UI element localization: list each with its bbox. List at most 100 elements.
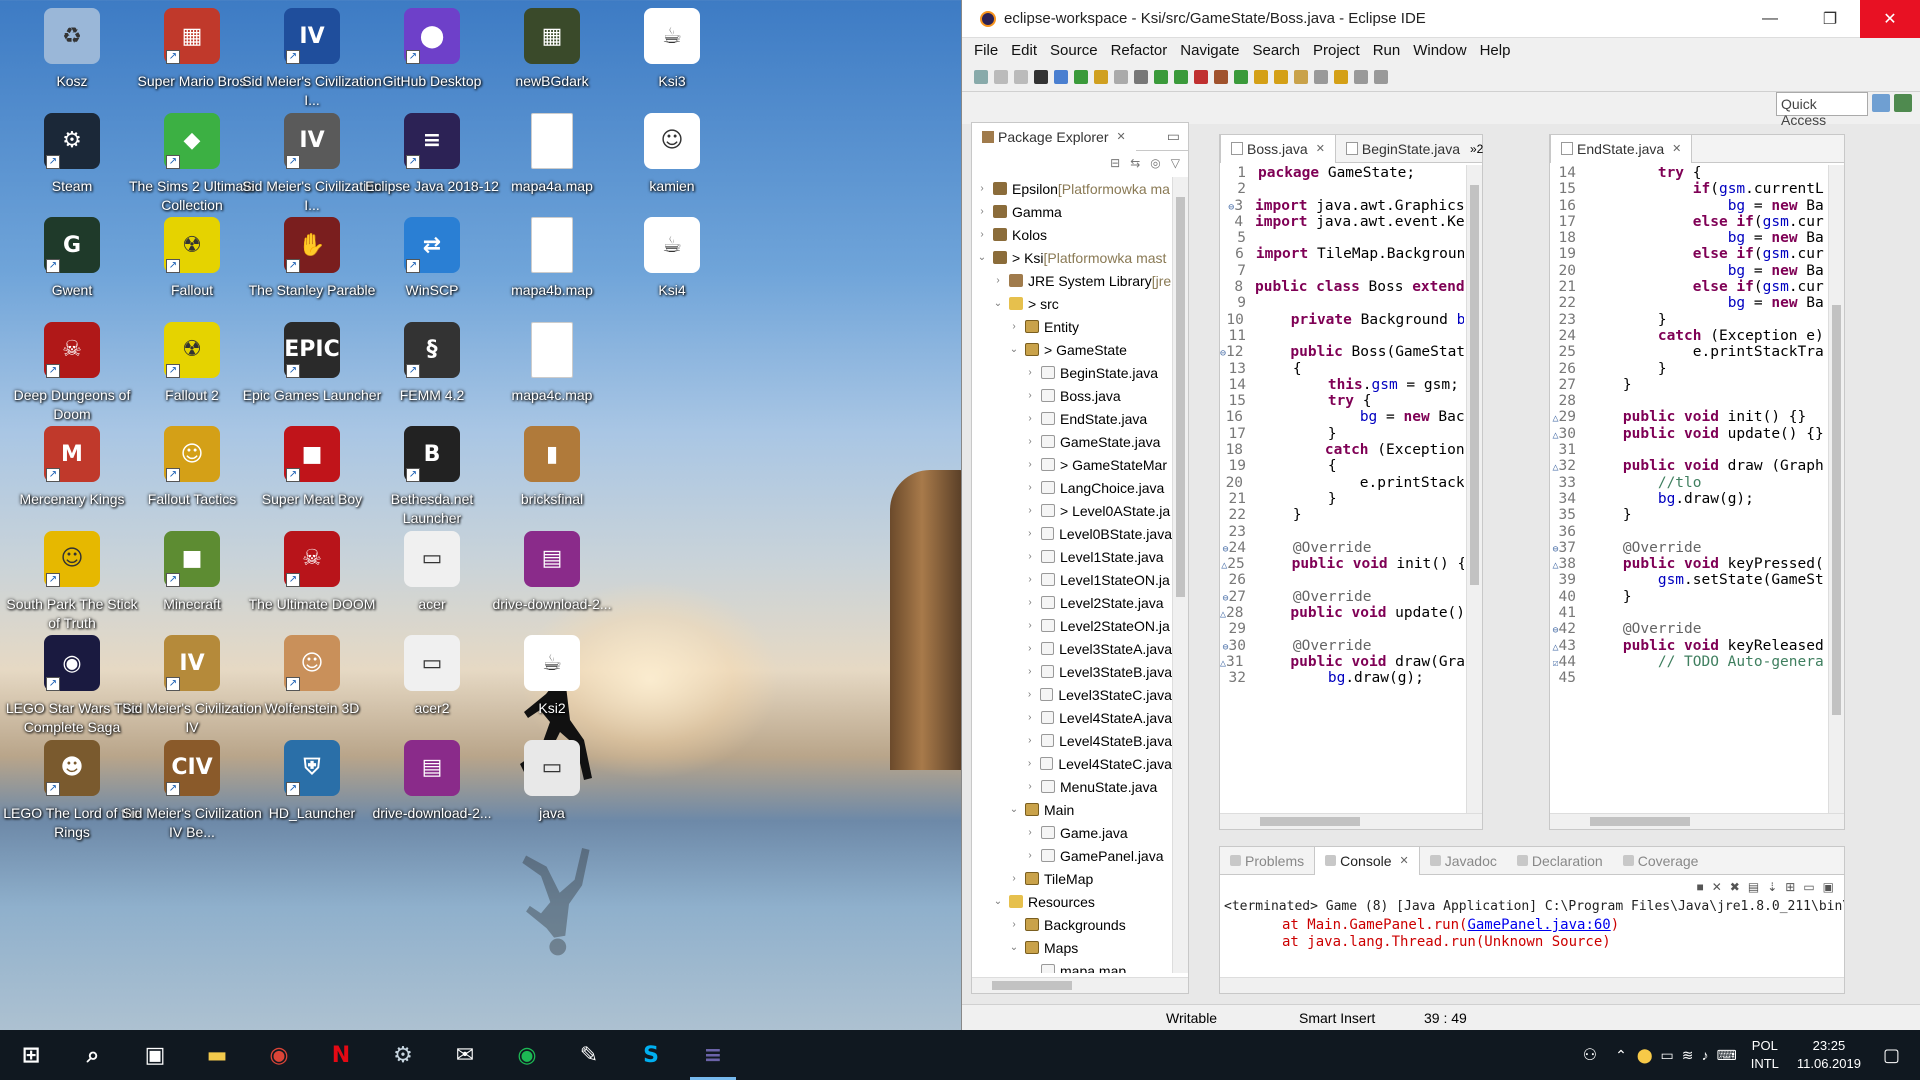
toolbar-button-icon[interactable] bbox=[1154, 69, 1168, 84]
open-perspective-icon[interactable] bbox=[1872, 94, 1890, 112]
explorer-vscroll[interactable] bbox=[1172, 177, 1188, 973]
desktop-icon[interactable]: CIV ↗ Sid Meier's Civilization IV Be... bbox=[122, 732, 262, 860]
collapsed-chevron-icon[interactable]: › bbox=[1024, 574, 1036, 585]
focus-icon[interactable]: ◎ bbox=[1150, 156, 1160, 170]
toolbar-button-icon[interactable] bbox=[1354, 69, 1368, 84]
tree-item[interactable]: › BeginState.java bbox=[972, 361, 1172, 384]
collapsed-chevron-icon[interactable]: › bbox=[1024, 551, 1036, 562]
taskbar-start-button[interactable]: ⊞ bbox=[0, 1030, 62, 1080]
tree-item[interactable]: › Level1State.java bbox=[972, 545, 1172, 568]
toolbar-button-icon[interactable] bbox=[1074, 69, 1088, 84]
stacktrace-link[interactable]: GamePanel.java:60 bbox=[1467, 917, 1610, 933]
collapsed-chevron-icon[interactable]: › bbox=[1024, 367, 1036, 378]
menu-search[interactable]: Search bbox=[1252, 42, 1300, 59]
tab-console[interactable]: Console ✕ bbox=[1314, 846, 1420, 875]
tree-item[interactable]: › Level3StateB.java bbox=[972, 660, 1172, 683]
toolbar-button-icon[interactable] bbox=[1314, 69, 1328, 84]
toolbar-button-icon[interactable] bbox=[1054, 69, 1068, 84]
remove-all-icon[interactable]: ✖ bbox=[1730, 880, 1740, 894]
taskbar-task-view-button[interactable]: ▣ bbox=[124, 1030, 186, 1080]
tree-item[interactable]: › Level2StateON.ja bbox=[972, 614, 1172, 637]
tree-item[interactable]: › Boss.java bbox=[972, 384, 1172, 407]
desktop-icon[interactable]: ⛨ ↗ HD_Launcher bbox=[242, 732, 382, 860]
tree-item[interactable]: › Backgrounds bbox=[972, 913, 1172, 936]
collapsed-chevron-icon[interactable]: › bbox=[1024, 413, 1036, 424]
taskbar-netflix-button[interactable]: N bbox=[310, 1030, 372, 1080]
taskbar-mail-button[interactable]: ✉ bbox=[434, 1030, 496, 1080]
collapsed-chevron-icon[interactable]: › bbox=[1024, 735, 1036, 746]
taskbar-chrome-button[interactable]: ◉ bbox=[248, 1030, 310, 1080]
menu-edit[interactable]: Edit bbox=[1011, 42, 1037, 59]
expanded-chevron-icon[interactable]: ⌄ bbox=[1008, 344, 1020, 355]
tree-item[interactable]: › MenuState.java bbox=[972, 775, 1172, 798]
tree-item[interactable]: › Epsilon [Platformowka ma bbox=[972, 177, 1172, 200]
tree-item[interactable]: › EndState.java bbox=[972, 407, 1172, 430]
tree-item[interactable]: › Level4StateC.java bbox=[972, 752, 1172, 775]
console-hscroll[interactable] bbox=[1220, 977, 1844, 993]
collapsed-chevron-icon[interactable]: › bbox=[1024, 597, 1036, 608]
collapsed-chevron-icon[interactable]: › bbox=[1024, 666, 1036, 677]
pin-console-icon[interactable]: ⊞ bbox=[1785, 880, 1795, 894]
tree-item[interactable]: › Kolos bbox=[972, 223, 1172, 246]
display-console-icon[interactable]: ▭ bbox=[1803, 880, 1814, 894]
menu-navigate[interactable]: Navigate bbox=[1180, 42, 1239, 59]
close-tab-icon[interactable]: ✕ bbox=[1672, 142, 1681, 155]
tree-item[interactable]: › GameState.java bbox=[972, 430, 1172, 453]
menu-file[interactable]: File bbox=[974, 42, 998, 59]
menu-window[interactable]: Window bbox=[1413, 42, 1466, 59]
tree-item[interactable]: › Level4StateB.java bbox=[972, 729, 1172, 752]
taskbar-eclipse-button[interactable]: ≡ bbox=[682, 1030, 744, 1080]
tab-declaration[interactable]: Declaration bbox=[1507, 847, 1613, 875]
scroll-lock-icon[interactable]: ⇣ bbox=[1767, 880, 1777, 894]
collapsed-chevron-icon[interactable]: › bbox=[1024, 781, 1036, 792]
menu-run[interactable]: Run bbox=[1373, 42, 1401, 59]
close-tab-icon[interactable]: ✕ bbox=[1316, 142, 1325, 155]
editor1-hscroll[interactable] bbox=[1220, 813, 1482, 829]
tab-problems[interactable]: Problems bbox=[1220, 847, 1314, 875]
editor2-vscroll[interactable] bbox=[1828, 165, 1844, 815]
tree-item[interactable]: › LangChoice.java bbox=[972, 476, 1172, 499]
battery-icon[interactable]: ▭ bbox=[1661, 1047, 1674, 1064]
taskbar-skype-button[interactable]: S bbox=[620, 1030, 682, 1080]
remove-launch-icon[interactable]: ✕ bbox=[1712, 880, 1722, 894]
collapsed-chevron-icon[interactable]: › bbox=[1024, 620, 1036, 631]
tab-package-explorer[interactable]: Package Explorer ✕ bbox=[972, 122, 1136, 151]
toolbar-button-icon[interactable] bbox=[1214, 69, 1228, 84]
collapsed-chevron-icon[interactable]: › bbox=[976, 206, 988, 217]
toolbar-button-icon[interactable] bbox=[1334, 69, 1348, 84]
collapsed-chevron-icon[interactable]: › bbox=[1024, 390, 1036, 401]
tree-item[interactable]: › Level0BState.java bbox=[972, 522, 1172, 545]
collapse-all-icon[interactable]: ⊟ bbox=[1110, 156, 1120, 170]
desktop-icon[interactable]: ☻ ↗ LEGO The Lord of the Rings bbox=[2, 732, 142, 860]
collapsed-chevron-icon[interactable]: › bbox=[976, 229, 988, 240]
editor1-vscroll[interactable] bbox=[1466, 165, 1482, 815]
expanded-chevron-icon[interactable]: ⌄ bbox=[992, 298, 1004, 309]
toolbar-button-icon[interactable] bbox=[1274, 69, 1288, 84]
collapsed-chevron-icon[interactable]: › bbox=[992, 275, 1004, 286]
taskbar-steam-button[interactable]: ⚙ bbox=[372, 1030, 434, 1080]
collapsed-chevron-icon[interactable]: › bbox=[1024, 505, 1036, 516]
toolbar-button-icon[interactable] bbox=[1114, 69, 1128, 84]
editor2-hscroll[interactable] bbox=[1550, 813, 1844, 829]
java-perspective-icon[interactable] bbox=[1894, 94, 1912, 112]
tree-item[interactable]: › TileMap bbox=[972, 867, 1172, 890]
expanded-chevron-icon[interactable]: ⌄ bbox=[1008, 942, 1020, 953]
minimize-view-icon[interactable]: ▭ bbox=[1167, 128, 1180, 145]
people-icon[interactable]: ⚇ bbox=[1583, 1045, 1597, 1065]
toolbar-button-icon[interactable] bbox=[1254, 69, 1268, 84]
console-output[interactable]: <terminated> Game (8) [Java Application]… bbox=[1220, 899, 1844, 951]
minimize-button[interactable]: ― bbox=[1740, 0, 1800, 38]
close-tab-icon[interactable]: ✕ bbox=[1117, 130, 1126, 143]
menu-help[interactable]: Help bbox=[1480, 42, 1511, 59]
collapsed-chevron-icon[interactable]: › bbox=[1008, 873, 1020, 884]
toolbar-button-icon[interactable] bbox=[1094, 69, 1108, 84]
tree-item[interactable]: › Gamma bbox=[972, 200, 1172, 223]
close-tab-icon[interactable]: ✕ bbox=[1400, 854, 1409, 867]
tree-item[interactable]: › JRE System Library [jre bbox=[972, 269, 1172, 292]
collapsed-chevron-icon[interactable]: › bbox=[1008, 321, 1020, 332]
toolbar-button-icon[interactable] bbox=[1034, 69, 1048, 84]
update-shield-icon[interactable]: ⬤ bbox=[1637, 1047, 1653, 1064]
quick-access-input[interactable]: Quick Access bbox=[1776, 92, 1868, 128]
tree-item[interactable]: › GamePanel.java bbox=[972, 844, 1172, 867]
menu-refactor[interactable]: Refactor bbox=[1111, 42, 1168, 59]
